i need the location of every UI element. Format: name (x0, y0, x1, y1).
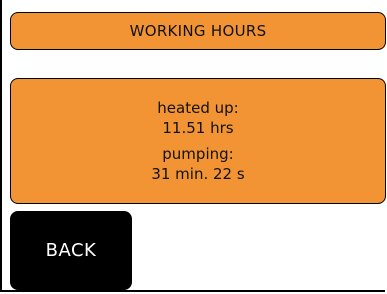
pumping-value: 31 min. 22 s (151, 165, 245, 183)
working-hours-panel: heated up: 11.51 hrs pumping: 31 min. 22… (10, 78, 386, 204)
back-button[interactable]: BACK (10, 211, 132, 290)
page-title: WORKING HOURS (129, 22, 267, 40)
pumping-label: pumping: (162, 145, 234, 163)
heated-up-value: 11.51 hrs (162, 119, 234, 137)
heated-up-label: heated up: (157, 99, 239, 117)
header-panel: WORKING HOURS (10, 12, 386, 50)
